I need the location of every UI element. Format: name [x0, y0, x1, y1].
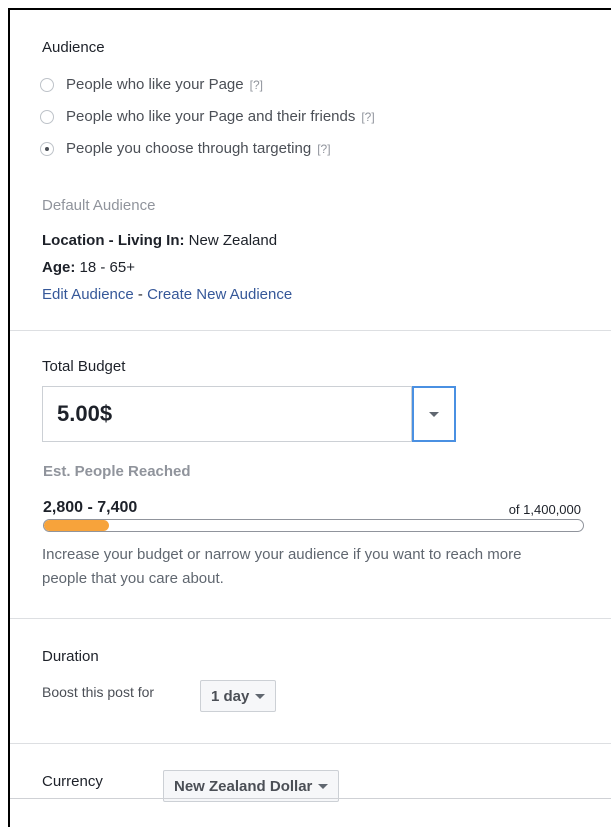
age-label: Age:: [42, 259, 76, 276]
budget-hint: Increase your budget or narrow your audi…: [42, 546, 522, 587]
currency-value: New Zealand Dollar: [174, 777, 313, 795]
audience-option-label: People you choose through targeting: [66, 140, 312, 157]
total-budget-title: Total Budget: [42, 358, 126, 375]
edit-audience-link[interactable]: Edit Audience: [42, 286, 134, 303]
budget-dropdown-button[interactable]: [412, 386, 456, 442]
caret-down-icon: [318, 783, 329, 789]
default-audience-label: Default Audience: [42, 197, 156, 214]
audience-option-page-likers-friends[interactable]: People who like your Page and their frie…: [40, 108, 375, 125]
reach-progress-bar: [43, 519, 584, 532]
audience-links: Edit Audience - Create New Audience: [42, 286, 292, 303]
caret-down-icon: [255, 693, 266, 699]
reach-range: 2,800 - 7,400: [43, 499, 138, 516]
audience-option-targeting[interactable]: People you choose through targeting [?]: [40, 140, 331, 157]
audience-option-label: People who like your Page and their frie…: [66, 108, 356, 125]
reach-progress-fill: [44, 520, 109, 531]
currency-title: Currency: [42, 773, 103, 790]
location-label: Location - Living In:: [42, 232, 185, 249]
section-divider: [10, 743, 611, 744]
location-value: New Zealand: [188, 232, 278, 249]
location-line: Location - Living In: New Zealand: [42, 232, 277, 249]
help-icon[interactable]: [?]: [250, 78, 263, 92]
age-value: 18 - 65+: [79, 259, 135, 276]
radio-button[interactable]: [40, 77, 54, 92]
caret-down-icon: [429, 411, 439, 417]
radio-button[interactable]: [40, 109, 54, 124]
radio-button-selected[interactable]: [40, 141, 54, 156]
audience-option-label: People who like your Page: [66, 76, 244, 93]
help-icon[interactable]: [?]: [317, 142, 330, 156]
audience-option-page-likers[interactable]: People who like your Page [?]: [40, 76, 263, 93]
duration-value: 1 day: [211, 687, 250, 705]
section-divider: [10, 618, 611, 619]
age-line: Age: 18 - 65+: [42, 259, 135, 276]
duration-label: Boost this post for: [42, 684, 155, 700]
link-separator: -: [133, 286, 148, 303]
bottom-divider: [10, 798, 611, 799]
section-divider: [10, 330, 611, 331]
duration-title: Duration: [42, 648, 99, 665]
est-people-reached-label: Est. People Reached: [43, 463, 191, 480]
budget-input[interactable]: 5.00$: [42, 386, 412, 442]
create-audience-link[interactable]: Create New Audience: [147, 286, 292, 303]
boost-post-panel: Audience People who like your Page [?] P…: [8, 8, 611, 827]
help-icon[interactable]: [?]: [361, 110, 374, 124]
audience-title: Audience: [42, 39, 105, 56]
reach-total: of 1,400,000: [508, 502, 581, 517]
duration-dropdown[interactable]: 1 day: [200, 680, 277, 712]
